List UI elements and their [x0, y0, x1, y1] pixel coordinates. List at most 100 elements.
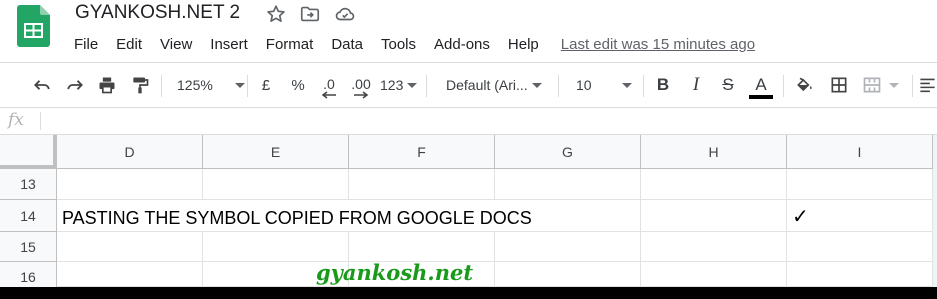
bottom-black-strip	[0, 287, 937, 299]
currency-label: £	[261, 76, 271, 94]
italic-button[interactable]: I	[684, 63, 708, 107]
format-currency-button[interactable]: £	[254, 63, 278, 107]
formula-bar[interactable]: fx	[0, 108, 937, 135]
cell-h16[interactable]	[641, 262, 787, 287]
cell-i14[interactable]	[787, 200, 933, 232]
decrease-decimal-label: .0	[323, 76, 335, 92]
checkmark-symbol: ✓	[792, 204, 809, 228]
font-size-select[interactable]: 10	[566, 63, 638, 107]
chevron-down-icon	[234, 82, 245, 88]
redo-icon[interactable]	[63, 63, 87, 107]
document-title[interactable]: GYANKOSH.NET 2	[75, 2, 240, 24]
select-all-corner[interactable]	[0, 135, 57, 169]
decrease-decimal-button[interactable]: .0	[316, 63, 342, 107]
font-size-value: 10	[576, 77, 592, 93]
chevron-down-icon	[622, 82, 632, 88]
cell-g15[interactable]	[495, 232, 641, 262]
zoom-value: 125%	[177, 77, 213, 93]
toolbar-divider	[783, 75, 784, 97]
menu-insert[interactable]: Insert	[210, 36, 248, 53]
move-to-folder-icon[interactable]	[299, 3, 321, 25]
bold-button[interactable]: B	[651, 63, 675, 107]
merge-cells-button[interactable]	[861, 63, 907, 107]
cell-h15[interactable]	[641, 232, 787, 262]
star-icon[interactable]	[265, 3, 287, 25]
column-header-i[interactable]: I	[787, 135, 933, 169]
column-header-d[interactable]: D	[57, 135, 203, 169]
cell-f15[interactable]	[349, 232, 495, 262]
toolbar-divider	[912, 75, 913, 97]
cell-e15[interactable]	[203, 232, 349, 262]
toolbar-divider	[161, 75, 162, 97]
more-formats-label: 123	[380, 77, 404, 93]
row-header-14[interactable]: 14	[0, 200, 57, 232]
toolbar-divider	[643, 75, 644, 97]
column-header-g[interactable]: G	[495, 135, 641, 169]
menu-help[interactable]: Help	[508, 36, 539, 53]
chevron-down-icon	[889, 82, 899, 88]
fx-icon: fx	[8, 110, 24, 130]
cell-g16[interactable]	[495, 262, 641, 287]
fill-color-icon[interactable]	[793, 63, 817, 107]
strikethrough-button[interactable]: S	[716, 63, 740, 107]
watermark: gyankosh.net	[316, 260, 474, 285]
cell-h13[interactable]	[641, 169, 787, 200]
chevron-down-icon	[532, 82, 542, 88]
zoom-select[interactable]: 125%	[170, 63, 245, 107]
menu-add-ons[interactable]: Add-ons	[434, 36, 490, 53]
italic-label: I	[692, 74, 700, 95]
menu-file[interactable]: File	[74, 36, 98, 53]
text-color-swatch	[749, 94, 773, 99]
font-family-select[interactable]: Default (Ari...	[436, 63, 552, 107]
column-header-f[interactable]: F	[349, 135, 495, 169]
percent-label: %	[291, 76, 305, 94]
chevron-down-icon	[407, 82, 418, 88]
format-percent-button[interactable]: %	[286, 63, 310, 107]
menu-tools[interactable]: Tools	[381, 36, 416, 53]
menu-data[interactable]: Data	[331, 36, 363, 53]
column-header-h[interactable]: H	[641, 135, 787, 169]
cell-i15[interactable]	[787, 232, 933, 262]
horizontal-align-icon[interactable]	[918, 63, 937, 107]
bold-label: B	[656, 75, 670, 94]
paint-format-icon[interactable]	[128, 63, 152, 107]
menu-bar: File Edit View Insert Format Data Tools …	[74, 34, 755, 54]
strikethrough-label: S	[722, 75, 734, 94]
undo-icon[interactable]	[30, 63, 54, 107]
google-sheets-logo-icon[interactable]	[17, 5, 50, 47]
borders-icon[interactable]	[827, 63, 851, 107]
toolbar-divider	[426, 75, 427, 97]
merge-cells-icon	[863, 77, 881, 93]
print-icon[interactable]	[95, 63, 119, 107]
cell-h14[interactable]	[641, 200, 787, 232]
menu-view[interactable]: View	[160, 36, 192, 53]
increase-decimal-button[interactable]: .00	[348, 63, 374, 107]
cell-d14-text: PASTING THE SYMBOL COPIED FROM GOOGLE DO…	[62, 208, 532, 228]
toolbar-divider	[247, 75, 248, 97]
column-header-e[interactable]: E	[203, 135, 349, 169]
text-color-button[interactable]: A	[748, 63, 774, 107]
formula-bar-divider	[40, 112, 41, 130]
cell-d13[interactable]	[57, 169, 203, 200]
text-color-label: A	[755, 74, 767, 94]
menu-format[interactable]: Format	[266, 36, 314, 53]
last-edit-link[interactable]: Last edit was 15 minutes ago	[561, 36, 755, 53]
cell-g13[interactable]	[495, 169, 641, 200]
cell-e13[interactable]	[203, 169, 349, 200]
arrow-left-icon	[321, 91, 336, 99]
increase-decimal-label: .00	[351, 76, 371, 92]
row-header-13[interactable]: 13	[0, 169, 57, 200]
toolbar: 125% £ % .0 .00 123 Default (Ari... 10 B…	[0, 62, 937, 108]
cell-d15[interactable]	[57, 232, 203, 262]
vertical-scrollbar[interactable]	[933, 135, 937, 287]
more-formats-select[interactable]: 123	[380, 63, 420, 107]
cell-f13[interactable]	[349, 169, 495, 200]
row-header-15[interactable]: 15	[0, 232, 57, 262]
cell-i16[interactable]	[787, 262, 933, 287]
cell-d16[interactable]	[57, 262, 203, 287]
arrow-right-icon	[354, 91, 369, 99]
menu-edit[interactable]: Edit	[116, 36, 142, 53]
cell-i13[interactable]	[787, 169, 933, 200]
cloud-saved-icon[interactable]	[334, 3, 356, 25]
font-family-value: Default (Ari...	[446, 77, 528, 93]
